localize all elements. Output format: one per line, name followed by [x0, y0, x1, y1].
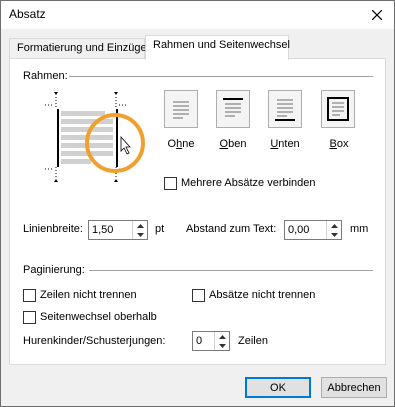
keep-paragraphs-label: Absätze nicht trennen	[209, 289, 316, 301]
preset-none-label: Ohne	[167, 138, 195, 150]
preset-bottom-label: Unten	[270, 138, 300, 150]
line-width-spin-buttons	[132, 221, 147, 239]
distance-spinner[interactable]: 0,00	[284, 220, 342, 240]
line-width-unit: pt	[155, 223, 165, 235]
orphans-value: 0	[196, 335, 203, 347]
line-width-spinner[interactable]: 1,50	[88, 220, 148, 240]
line-width-label: Linienbreite:	[23, 223, 83, 235]
pagination-group-label: Paginierung:	[23, 264, 85, 276]
preset-bottom-button[interactable]	[268, 90, 302, 128]
merge-paragraphs-label: Mehrere Absätze verbinden	[181, 177, 316, 189]
orphans-label: Hurenkinder/Schusterjungen:	[23, 335, 166, 347]
distance-down-arrow-icon[interactable]	[327, 230, 341, 239]
orphans-up-arrow-icon[interactable]	[215, 332, 229, 341]
line-width-up-arrow-icon[interactable]	[133, 221, 147, 230]
distance-value: 0,00	[288, 224, 310, 236]
border-preview[interactable]	[37, 87, 149, 187]
orphans-unit: Zeilen	[238, 335, 268, 347]
merge-paragraphs-checkbox[interactable]	[164, 177, 177, 190]
cancel-button[interactable]: Abbrechen	[321, 377, 387, 398]
tab-borders[interactable]: Rahmen und Seitenwechsel	[145, 35, 290, 60]
keep-paragraphs-checkbox[interactable]	[192, 289, 205, 302]
window-title: Absatz	[9, 7, 46, 21]
border-top-icon	[223, 98, 243, 117]
page-break-before-label: Seitenwechsel oberhalb	[40, 311, 157, 323]
keep-lines-checkbox[interactable]	[23, 289, 36, 302]
borders-group-divider	[69, 76, 373, 77]
distance-label: Abstand zum Text:	[186, 223, 277, 235]
keep-lines-label: Zeilen nicht trennen	[40, 289, 137, 301]
orphans-spin-buttons	[214, 332, 229, 350]
preset-top-label: Oben	[219, 138, 247, 150]
line-width-down-arrow-icon[interactable]	[133, 230, 147, 239]
preset-box-button[interactable]	[321, 90, 355, 128]
border-none-icon	[173, 101, 189, 119]
close-icon	[372, 10, 382, 20]
border-box-icon	[327, 97, 349, 121]
page-break-before-checkbox[interactable]	[23, 311, 36, 324]
paragraph-dialog: Absatz Formatierung und Einzüge Rahmen u…	[0, 0, 395, 407]
ok-button[interactable]: OK	[245, 377, 311, 398]
line-width-value: 1,50	[92, 224, 114, 236]
preset-box-label: Box	[329, 138, 349, 150]
title-bar: Absatz	[1, 1, 394, 29]
pagination-group-divider	[89, 270, 373, 271]
distance-up-arrow-icon[interactable]	[327, 221, 341, 230]
distance-unit: mm	[350, 223, 369, 235]
preset-none-button[interactable]	[164, 90, 198, 128]
distance-spin-buttons	[326, 221, 341, 239]
orphans-spinner[interactable]: 0	[192, 331, 230, 351]
borders-group-label: Rahmen:	[23, 70, 68, 82]
border-bottom-icon	[275, 99, 295, 121]
preset-top-button[interactable]	[216, 90, 250, 128]
close-button[interactable]	[360, 1, 394, 29]
orphans-down-arrow-icon[interactable]	[215, 341, 229, 350]
tab-formatting[interactable]: Formatierung und Einzüge	[9, 38, 147, 59]
